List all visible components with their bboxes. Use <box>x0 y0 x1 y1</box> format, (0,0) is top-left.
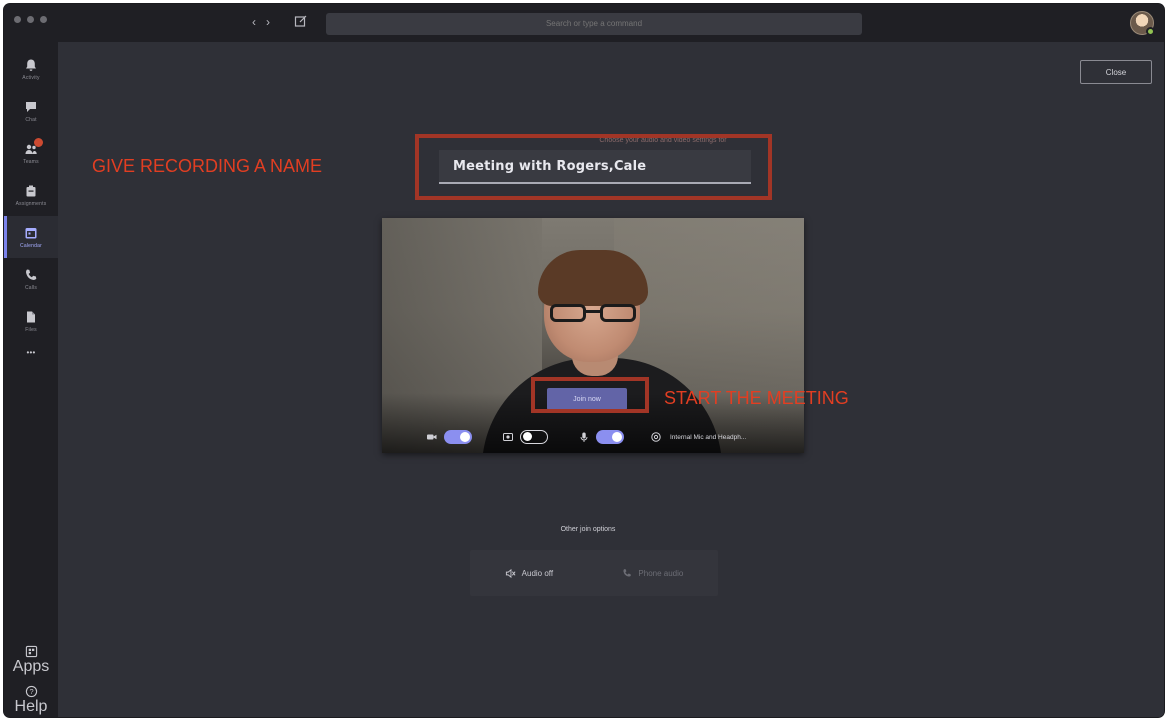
camera-preview: Join now Internal Mic and Headph... <box>382 218 804 453</box>
device-settings-label[interactable]: Internal Mic and Headph... <box>670 434 746 441</box>
close-window-icon[interactable] <box>14 16 21 23</box>
more-icon: ••• <box>26 348 36 357</box>
chat-icon <box>26 101 36 112</box>
rail-label: Assignments <box>15 200 47 207</box>
app-rail: Activity Chat Teams Assignments Calendar… <box>4 42 58 717</box>
camera-toggle[interactable] <box>444 430 472 444</box>
video-camera-icon <box>427 434 437 440</box>
rail-item-calls[interactable]: Calls <box>4 258 58 300</box>
annotation-name-label: GIVE RECORDING A NAME <box>92 156 323 176</box>
microphone-icon <box>580 432 588 442</box>
rail-item-activity[interactable]: Activity <box>4 48 58 90</box>
help-icon: ? <box>25 685 37 697</box>
history-nav: ‹ › <box>252 15 270 29</box>
svg-text:?: ? <box>29 687 33 696</box>
rail-item-apps[interactable]: Apps <box>4 642 58 678</box>
back-button[interactable]: ‹ <box>252 15 256 29</box>
calendar-icon <box>25 227 37 238</box>
rail-label: Files <box>25 326 37 333</box>
phone-audio-label: Phone audio <box>638 568 684 578</box>
rail-item-teams[interactable]: Teams <box>4 132 58 174</box>
window-controls[interactable] <box>14 16 47 23</box>
bell-icon <box>26 59 36 71</box>
other-join-options-title: Other join options <box>560 526 616 533</box>
annotation-name-box <box>415 134 772 200</box>
rail-item-help[interactable]: ? Help <box>4 682 58 717</box>
apps-icon <box>25 645 37 657</box>
forward-button[interactable]: › <box>266 15 270 29</box>
settings-gear-icon[interactable] <box>650 431 662 443</box>
rail-item-assignments[interactable]: Assignments <box>4 174 58 216</box>
user-avatar[interactable] <box>1130 11 1155 36</box>
rail-label: Teams <box>23 158 39 165</box>
rail-item-more[interactable]: ••• <box>4 336 58 366</box>
file-icon <box>27 311 35 322</box>
maximize-window-icon[interactable] <box>40 16 47 23</box>
assignments-icon <box>26 185 36 196</box>
rail-item-chat[interactable]: Chat <box>4 90 58 132</box>
background-blur-icon <box>503 433 513 441</box>
audio-off-option[interactable]: Audio off <box>505 568 553 579</box>
teams-window: ‹ › Activity Chat Teams Assignments <box>4 4 1164 717</box>
microphone-toggle[interactable] <box>596 430 624 444</box>
annotation-join-box <box>531 377 649 413</box>
phone-icon <box>26 269 37 280</box>
rail-label: Calendar <box>20 242 42 249</box>
audio-off-label: Audio off <box>521 568 554 578</box>
rail-item-calendar[interactable]: Calendar <box>4 216 58 258</box>
minimize-window-icon[interactable] <box>27 16 34 23</box>
notification-badge <box>34 138 43 147</box>
title-bar: ‹ › <box>4 4 1164 42</box>
rail-label: Apps <box>12 657 50 675</box>
presence-status-icon <box>1146 27 1155 36</box>
blur-toggle[interactable] <box>520 430 548 444</box>
annotation-start-label: START THE MEETING <box>664 388 849 408</box>
rail-label: Activity <box>22 74 40 81</box>
rail-label: Chat <box>25 116 37 123</box>
rail-label: Calls <box>24 284 38 291</box>
rail-label: Help <box>14 697 48 715</box>
speaker-off-icon <box>505 568 516 578</box>
phone-audio-icon <box>623 569 632 577</box>
other-join-options: Audio off Phone audio <box>470 550 718 596</box>
new-chat-icon[interactable] <box>294 14 308 28</box>
close-button[interactable]: Close <box>1080 60 1152 84</box>
phone-audio-option[interactable]: Phone audio <box>622 568 683 578</box>
device-controls: Internal Mic and Headph... <box>426 428 746 446</box>
search-input[interactable] <box>326 13 862 35</box>
